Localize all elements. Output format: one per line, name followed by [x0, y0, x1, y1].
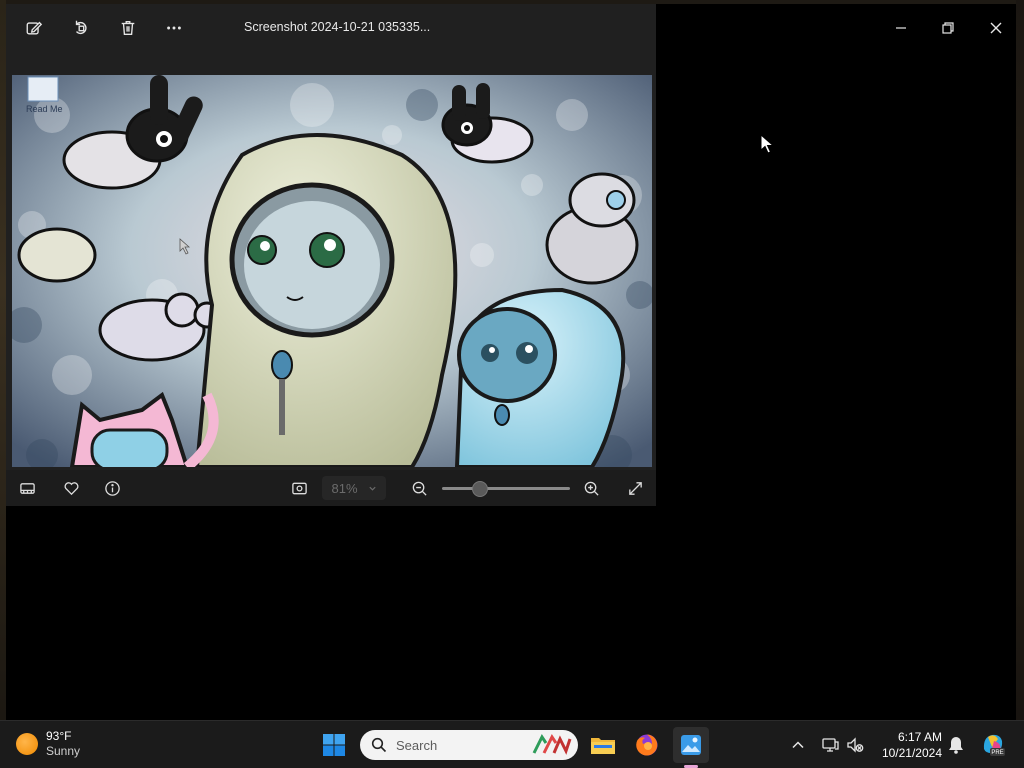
windows-logo-icon	[323, 734, 345, 756]
chevron-up-icon[interactable]	[788, 735, 808, 755]
favorite-heart-icon[interactable]	[58, 476, 84, 500]
minimize-button[interactable]	[883, 14, 919, 42]
firefox-icon	[636, 734, 658, 756]
clock-time: 6:17 AM	[897, 730, 942, 744]
zoom-out-icon[interactable]	[406, 476, 432, 500]
weather-widget[interactable]: 93°F Sunny	[16, 729, 80, 759]
zoom-level-value: 81%	[331, 480, 358, 496]
speaker-muted-icon[interactable]	[845, 735, 865, 755]
network-icon[interactable]	[820, 735, 840, 755]
folder-icon	[591, 738, 615, 754]
copilot-button[interactable]: PRE	[980, 731, 1006, 757]
search-icon	[371, 737, 387, 753]
zoom-in-icon[interactable]	[578, 476, 604, 500]
desktop-icon-label: Read Me	[26, 104, 63, 114]
copilot-badge: PRE	[991, 750, 1003, 756]
chevron-down-icon	[368, 486, 376, 491]
filmstrip-icon[interactable]	[14, 476, 40, 500]
illustration-image: Read Me	[12, 75, 652, 467]
fullscreen-expand-icon[interactable]	[622, 476, 648, 500]
notification-bell-icon[interactable]	[946, 735, 966, 755]
fit-to-window-icon[interactable]	[286, 476, 312, 500]
file-title: Screenshot 2024-10-21 035335...	[244, 20, 431, 34]
desktop-wallpaper-edge	[1016, 0, 1024, 720]
maximize-button[interactable]	[930, 14, 966, 42]
photos-icon	[681, 735, 701, 755]
photos-app-button[interactable]	[673, 727, 709, 763]
taskbar-search-box[interactable]: Search	[360, 730, 578, 760]
viewer-bottom-toolbar: 81%	[6, 470, 656, 506]
edit-icon[interactable]	[20, 14, 48, 42]
start-button[interactable]	[316, 727, 352, 763]
firefox-button[interactable]	[629, 727, 665, 763]
zoom-level-dropdown[interactable]: 81%	[322, 476, 386, 500]
file-explorer-button[interactable]	[585, 727, 621, 763]
search-placeholder: Search	[396, 738, 438, 753]
zoom-slider[interactable]	[442, 481, 570, 497]
zoom-slider-thumb[interactable]	[471, 481, 488, 497]
taskbar-clock[interactable]: 6:17 AM 10/21/2024	[876, 729, 942, 761]
sun-icon	[16, 733, 38, 755]
copilot-icon: PRE	[983, 734, 1005, 756]
photo-canvas[interactable]: Read Me	[12, 75, 652, 467]
weather-condition: Sunny	[46, 744, 81, 758]
delete-icon[interactable]	[114, 14, 142, 42]
photos-app-window: Screenshot 2024-10-21 035335... Read Me …	[6, 4, 1016, 720]
clock-date: 10/21/2024	[881, 746, 942, 760]
info-icon[interactable]	[99, 476, 125, 500]
taskbar: 93°F Sunny Search 6:17 AM 10/21/2024 PRE	[0, 720, 1024, 768]
search-highlight-icon	[532, 734, 572, 755]
more-icon[interactable]	[160, 14, 188, 42]
rotate-icon[interactable]	[67, 14, 95, 42]
title-bar[interactable]: Screenshot 2024-10-21 035335...	[6, 4, 1016, 52]
mouse-cursor	[760, 134, 774, 154]
desktop-screen: Screenshot 2024-10-21 035335... Read Me …	[0, 0, 1024, 768]
close-button[interactable]	[978, 14, 1014, 42]
weather-temperature: 93°F	[46, 729, 72, 743]
